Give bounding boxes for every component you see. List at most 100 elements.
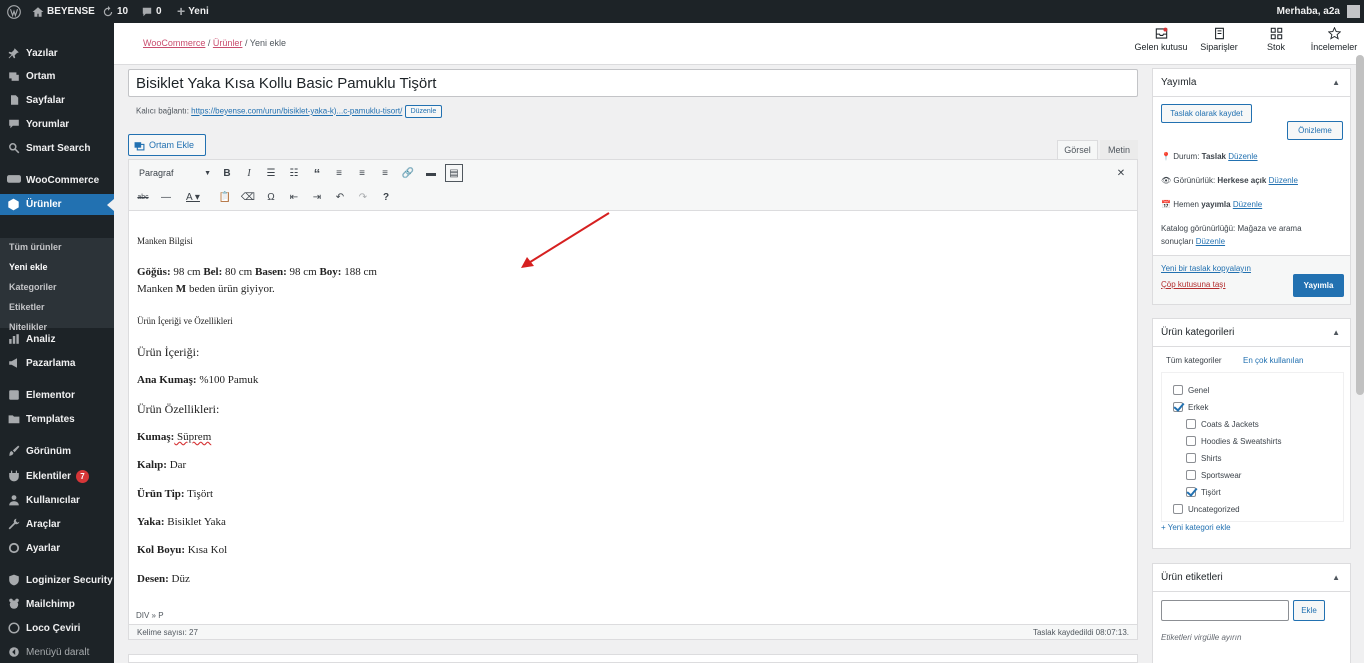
special-character-icon[interactable]: Ω — [263, 189, 279, 205]
category-item[interactable]: Uncategorized — [1173, 504, 1240, 514]
toolbar-toggle-icon[interactable]: ▤ — [445, 164, 463, 182]
save-draft-button[interactable]: Taslak olarak kaydet — [1161, 104, 1252, 123]
menu-tools[interactable]: Araçlar — [0, 514, 114, 534]
menu-elementor[interactable]: Elementor — [0, 385, 114, 405]
read-more-icon[interactable]: ▬ — [423, 165, 439, 181]
permalink-edit-button[interactable]: Düzenle — [404, 105, 443, 118]
category-item[interactable]: Sportswear — [1186, 470, 1241, 480]
submenu-add-new[interactable]: Yeni ekle — [9, 262, 48, 272]
tab-text[interactable]: Metin — [1100, 140, 1138, 159]
horizontal-line-icon[interactable]: — — [158, 189, 174, 205]
visibility-edit-link[interactable]: Düzenle — [1269, 176, 1298, 185]
menu-loco-translate[interactable]: Loco Çeviri — [0, 618, 114, 638]
breadcrumb-products[interactable]: Ürünler — [213, 38, 243, 48]
menu-marketing[interactable]: Pazarlama — [0, 353, 114, 373]
category-item[interactable]: Hoodies & Sweatshirts — [1186, 436, 1281, 446]
bullet-list-icon[interactable]: ☰ — [263, 165, 279, 181]
menu-media[interactable]: Ortam — [0, 66, 114, 86]
menu-collapse[interactable]: Menüyü daralt — [0, 642, 114, 662]
clear-formatting-icon[interactable]: ⌫ — [240, 189, 256, 205]
menu-products[interactable]: Ürünler — [0, 194, 114, 215]
copy-draft-link[interactable]: Yeni bir taslak kopyalayın — [1161, 264, 1251, 273]
schedule-edit-link[interactable]: Düzenle — [1233, 200, 1262, 209]
trash-link[interactable]: Çöp kutusuna taşı — [1161, 280, 1225, 289]
category-checkbox[interactable] — [1186, 470, 1196, 480]
menu-comments[interactable]: Yorumlar — [0, 114, 114, 134]
permalink-url[interactable]: https://beyense.com/urun/bisiklet-yaka-k… — [191, 107, 402, 116]
collapse-arrow-icon[interactable]: ▲ — [1332, 328, 1340, 337]
menu-settings[interactable]: Ayarlar — [0, 538, 114, 558]
collapse-arrow-icon[interactable]: ▲ — [1332, 78, 1340, 87]
menu-plugins[interactable]: Eklentiler 7 — [0, 466, 114, 486]
preview-button[interactable]: Önizleme — [1287, 121, 1343, 140]
link-icon[interactable]: 🔗 — [400, 165, 416, 181]
category-checkbox[interactable] — [1186, 436, 1196, 446]
undo-icon[interactable]: ↶ — [332, 189, 348, 205]
product-title-input[interactable]: Bisiklet Yaka Kısa Kollu Basic Pamuklu T… — [128, 69, 1138, 97]
fullscreen-icon[interactable]: ✕ — [1113, 165, 1129, 181]
category-checkbox[interactable] — [1186, 419, 1196, 429]
header-inbox[interactable]: Gelen kutusu — [1133, 27, 1189, 52]
category-item[interactable]: Erkek — [1173, 402, 1208, 412]
publish-button[interactable]: Yayımla — [1293, 274, 1344, 297]
redo-icon[interactable]: ↷ — [355, 189, 371, 205]
breadcrumb-woocommerce[interactable]: WooCommerce — [143, 38, 205, 48]
tab-visual[interactable]: Görsel — [1057, 140, 1098, 159]
header-orders[interactable]: Siparişler — [1191, 27, 1247, 52]
wordpress-logo-icon[interactable] — [7, 0, 21, 23]
bold-icon[interactable]: B — [219, 165, 235, 181]
add-category-link[interactable]: + Yeni kategori ekle — [1161, 523, 1231, 532]
new-content-link[interactable]: + Yeni — [177, 0, 209, 23]
category-item[interactable]: Coats & Jackets — [1186, 419, 1259, 429]
numbered-list-icon[interactable]: ☷ — [286, 165, 302, 181]
category-checkbox[interactable] — [1173, 385, 1183, 395]
menu-mailchimp[interactable]: Mailchimp — [0, 594, 114, 614]
tag-input[interactable] — [1161, 600, 1289, 621]
indent-icon[interactable]: ⇥ — [309, 189, 325, 205]
header-reviews[interactable]: İncelemeler — [1306, 27, 1362, 52]
italic-icon[interactable]: I — [241, 165, 257, 181]
paste-text-icon[interactable]: 📋 — [217, 189, 233, 205]
help-icon[interactable]: ? — [378, 189, 394, 205]
menu-loginizer[interactable]: Loginizer Security — [0, 570, 114, 590]
catalog-edit-link[interactable]: Düzenle — [1196, 237, 1225, 246]
align-left-icon[interactable]: ≡ — [331, 165, 347, 181]
align-center-icon[interactable]: ≡ — [354, 165, 370, 181]
tab-popular-categories[interactable]: En çok kullanılan — [1243, 356, 1303, 365]
menu-templates[interactable]: Templates — [0, 409, 114, 429]
category-item[interactable]: Genel — [1173, 385, 1209, 395]
status-edit-link[interactable]: Düzenle — [1228, 152, 1257, 161]
add-media-button[interactable]: Ortam Ekle — [128, 134, 206, 156]
menu-analytics[interactable]: Analiz — [0, 329, 114, 349]
format-select[interactable]: Paragraf ▼ — [139, 165, 211, 181]
outdent-icon[interactable]: ⇤ — [286, 189, 302, 205]
editor-content[interactable]: Manken Bilgisi Göğüs: 98 cm Bel: 80 cm B… — [128, 211, 1138, 624]
menu-posts[interactable]: Yazılar — [0, 43, 114, 63]
menu-pages[interactable]: Sayfalar — [0, 90, 114, 110]
category-item[interactable]: Shirts — [1186, 453, 1221, 463]
strikethrough-icon[interactable]: abc — [135, 189, 151, 205]
tab-all-categories[interactable]: Tüm kategoriler — [1166, 356, 1222, 365]
submenu-categories[interactable]: Kategoriler — [9, 282, 57, 292]
site-name-link[interactable]: BEYENSE — [32, 0, 95, 23]
header-stock[interactable]: Stok — [1248, 27, 1304, 52]
category-checkbox[interactable] — [1173, 504, 1183, 514]
category-checkbox[interactable] — [1186, 487, 1196, 497]
category-checkbox[interactable] — [1173, 402, 1183, 412]
submenu-tags[interactable]: Etiketler — [9, 302, 45, 312]
menu-woocommerce[interactable]: WooCommerce — [0, 170, 114, 190]
menu-smart-search[interactable]: Smart Search — [0, 138, 114, 158]
category-item[interactable]: Tişört — [1186, 487, 1221, 497]
add-tag-button[interactable]: Ekle — [1293, 600, 1325, 621]
updates-link[interactable]: 10 — [102, 0, 128, 23]
menu-appearance[interactable]: Görünüm — [0, 441, 114, 461]
category-checkbox[interactable] — [1186, 453, 1196, 463]
blockquote-icon[interactable]: “ — [309, 165, 325, 181]
submenu-all-products[interactable]: Tüm ürünler — [9, 242, 62, 252]
account-menu[interactable]: Merhaba, a2a — [1277, 0, 1360, 23]
collapse-arrow-icon[interactable]: ▲ — [1332, 573, 1340, 582]
comments-link[interactable]: 0 — [141, 0, 162, 23]
align-right-icon[interactable]: ≡ — [377, 165, 393, 181]
menu-users[interactable]: Kullanıcılar — [0, 490, 114, 510]
text-color-icon[interactable]: A ▾ — [181, 189, 205, 205]
